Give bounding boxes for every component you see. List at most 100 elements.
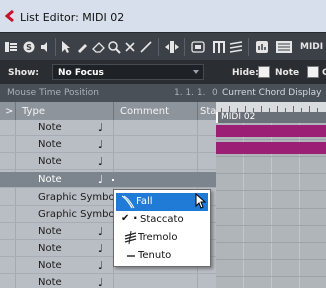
row-type: Graphic Symbol	[38, 209, 118, 220]
part-list-icon[interactable]	[274, 38, 294, 56]
ruler[interactable]	[216, 102, 326, 112]
row-type: Note	[38, 122, 62, 133]
grid-row-line	[216, 242, 326, 243]
note-icon: ♩	[98, 121, 104, 134]
grid-row-line	[216, 190, 326, 191]
toolbar: S MIDI	[0, 32, 326, 60]
autoscroll-icon[interactable]	[164, 38, 180, 56]
table-row[interactable]: Note ♩	[0, 137, 216, 153]
mouse-time-value: 1. 1. 1.	[174, 88, 206, 98]
staccato-icon: ·	[133, 211, 138, 225]
mute-tool-icon[interactable]	[123, 38, 137, 56]
hide-next-checkbox[interactable]	[307, 66, 319, 78]
column-divider	[113, 102, 114, 120]
note-icon: ♩	[98, 225, 104, 238]
title-bar: List Editor: MIDI 02	[0, 0, 326, 32]
event-display[interactable]: MIDI 02	[216, 102, 326, 288]
mouse-cursor-icon	[195, 193, 207, 209]
info-separator: 0	[212, 88, 218, 98]
info-bar: Mouse Time Position 1. 1. 1. 0 Current C…	[0, 84, 326, 102]
hide-note-label: Note	[275, 68, 300, 78]
check-icon: ✔	[121, 213, 130, 224]
menu-item-label: Tremolo	[138, 232, 178, 243]
hide-next-label: C	[322, 68, 326, 78]
chord-display-label: Current Chord Display	[222, 88, 322, 98]
show-dropdown-value: No Focus	[58, 68, 104, 78]
row-type: Note	[38, 277, 62, 288]
eraser-tool-icon[interactable]	[91, 38, 105, 56]
table-row[interactable]: Note ♩	[0, 154, 216, 170]
table-row-selected[interactable]: Note ♩	[0, 172, 216, 188]
note-icon: ♩	[98, 138, 104, 151]
solo-icon[interactable]: S	[22, 38, 36, 56]
toolbar-separator	[248, 38, 249, 56]
grid-row-line	[216, 225, 326, 226]
show-dropdown[interactable]: No Focus	[52, 64, 204, 80]
quantize-icon[interactable]	[212, 38, 226, 56]
row-type: Note	[38, 156, 62, 167]
toolbar-part-name: MIDI	[300, 42, 324, 52]
menu-item-label: Tenuto	[138, 250, 172, 261]
svg-text:S: S	[26, 43, 32, 52]
menu-item-tenuto[interactable]: Tenuto	[116, 247, 208, 265]
mouse-time-label: Mouse Time Position	[7, 88, 99, 98]
menu-item-label: Staccato	[140, 214, 184, 225]
inspector-toggle-icon[interactable]	[5, 38, 17, 56]
listen-icon[interactable]	[38, 38, 52, 56]
part-label: MIDI 02	[221, 112, 256, 122]
column-header-comment[interactable]: Comment	[120, 106, 169, 117]
toolbar-separator	[158, 38, 159, 56]
tremolo-icon	[124, 231, 137, 245]
chevron-down-icon	[193, 70, 199, 74]
note-icon: ♩	[98, 242, 104, 255]
filter-bar: Show: No Focus Hide: Note C	[0, 60, 326, 84]
hide-note-checkbox[interactable]	[258, 66, 270, 78]
tenuto-icon	[127, 255, 135, 257]
row-type: Note	[38, 139, 62, 150]
expand-columns-button[interactable]: >	[5, 106, 13, 117]
grid-row-line	[216, 208, 326, 209]
column-header-start[interactable]: Sta	[200, 106, 216, 117]
window-title: List Editor: MIDI 02	[20, 11, 125, 24]
note-icon: ♩	[98, 259, 104, 272]
arrow-tool-icon[interactable]	[60, 38, 72, 56]
row-type: Note	[38, 226, 62, 237]
show-label: Show:	[8, 68, 39, 78]
menu-item-label: Fall	[136, 196, 153, 207]
comment-cell-marker	[112, 179, 114, 181]
row-type: Note	[38, 174, 62, 185]
column-divider	[197, 102, 198, 120]
note-icon: ♩	[98, 276, 104, 288]
note-icon: ♩	[98, 155, 104, 168]
row-type: Graphic Symbol	[38, 192, 118, 203]
grid-row-line	[216, 259, 326, 260]
column-divider	[15, 102, 16, 120]
menu-item-tremolo[interactable]: Tremolo	[116, 229, 208, 247]
grid-row-line	[216, 276, 326, 277]
midi-event-bar[interactable]	[216, 125, 326, 137]
fall-icon	[121, 195, 135, 209]
grid-row-line	[216, 156, 326, 157]
part-label-bar: MIDI 02	[216, 112, 326, 123]
toolbar-separator	[184, 38, 185, 56]
row-type: Note	[38, 260, 62, 271]
pencil-tool-icon[interactable]	[75, 38, 89, 56]
quantize-presets-icon[interactable]	[229, 38, 243, 56]
toolbar-separator	[55, 38, 56, 56]
line-tool-icon[interactable]	[139, 38, 153, 56]
cubase-logo-icon	[5, 10, 14, 22]
list-header: > Type Comment Sta	[0, 102, 216, 120]
note-icon: ♩	[98, 173, 104, 186]
hide-label: Hide:	[232, 68, 259, 78]
table-row[interactable]: Note ♩	[0, 275, 216, 288]
menu-item-staccato[interactable]: ✔ · Staccato	[116, 211, 208, 229]
midi-event-bar[interactable]	[216, 142, 326, 154]
grid-row-line	[216, 139, 326, 140]
snap-icon[interactable]	[190, 38, 206, 56]
insert-velocity-icon[interactable]	[254, 38, 270, 56]
row-type: Note	[38, 243, 62, 254]
grid-row-line	[216, 173, 326, 174]
column-header-type[interactable]: Type	[22, 106, 45, 117]
table-row[interactable]: Note ♩	[0, 120, 216, 136]
zoom-tool-icon[interactable]	[107, 38, 121, 56]
